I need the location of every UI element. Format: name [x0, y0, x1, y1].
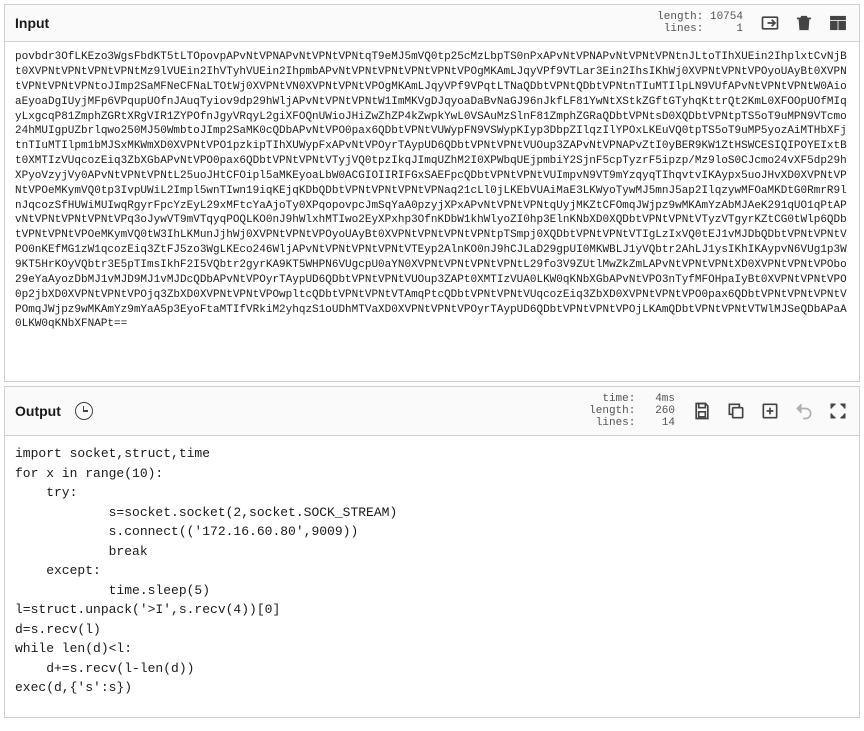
output-time-label: time:: [602, 393, 635, 405]
input-content: povbdr3OfLKEzo3WgsFbdKT5tLTOpovpAPvNtVPN…: [15, 50, 849, 332]
input-lines-label: lines:: [664, 23, 704, 35]
output-meta: time: 4ms length: 260 lines: 14: [589, 393, 675, 429]
input-header-left: Input: [15, 15, 49, 31]
output-length-label: length:: [589, 405, 635, 417]
input-meta: length: 10754 lines: 1: [657, 11, 743, 35]
output-length-value: 260: [655, 405, 675, 417]
output-time-value: 4ms: [655, 393, 675, 405]
output-header-right: time: 4ms length: 260 lines: 14: [589, 393, 849, 429]
output-header: Output time: 4ms length: 260 lines: 14: [5, 387, 859, 436]
undo-icon[interactable]: [793, 400, 815, 422]
input-header: Input length: 10754 lines: 1: [5, 5, 859, 42]
input-length-value: 10754: [710, 11, 743, 23]
input-header-right: length: 10754 lines: 1: [657, 11, 849, 35]
output-body[interactable]: import socket,struct,time for x in range…: [5, 436, 859, 717]
history-icon[interactable]: [75, 402, 93, 420]
input-panel: Input length: 10754 lines: 1: [4, 4, 860, 382]
output-header-left: Output: [15, 402, 93, 420]
output-lines-value: 14: [662, 417, 675, 429]
output-panel: Output time: 4ms length: 260 lines: 14: [4, 386, 860, 718]
save-icon[interactable]: [691, 400, 713, 422]
import-icon[interactable]: [759, 12, 781, 34]
grid-icon[interactable]: [827, 12, 849, 34]
input-lines-value: 1: [736, 23, 743, 35]
fullscreen-icon[interactable]: [827, 400, 849, 422]
output-title: Output: [15, 403, 61, 419]
output-content: import socket,struct,time for x in range…: [15, 444, 849, 698]
output-lines-label: lines:: [596, 417, 636, 429]
input-length-label: length:: [657, 11, 703, 23]
copy-icon[interactable]: [725, 400, 747, 422]
input-body[interactable]: povbdr3OfLKEzo3WgsFbdKT5tLTOpovpAPvNtVPN…: [5, 42, 859, 381]
input-title: Input: [15, 15, 49, 31]
new-tab-icon[interactable]: [759, 400, 781, 422]
delete-icon[interactable]: [793, 12, 815, 34]
